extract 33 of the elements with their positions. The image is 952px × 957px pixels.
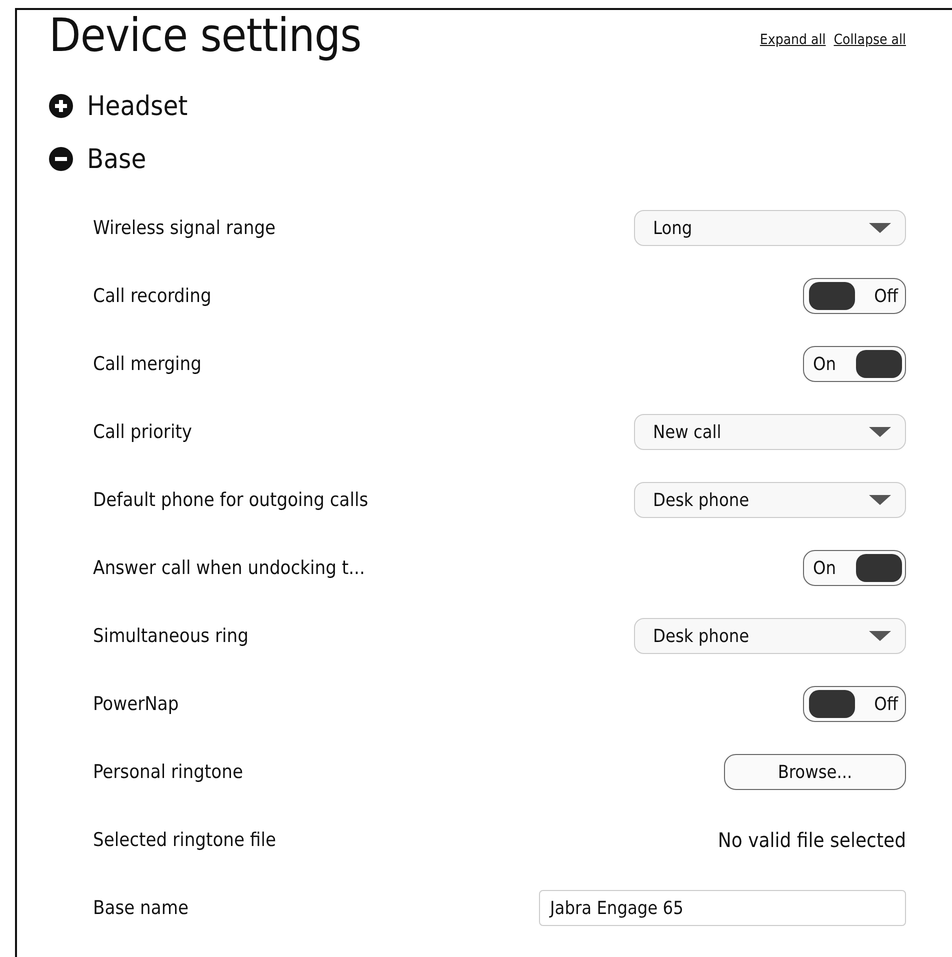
dropdown[interactable]: Desk phone — [634, 618, 906, 654]
toggle-switch[interactable]: Off — [803, 686, 906, 722]
minus-circle-icon[interactable] — [49, 147, 73, 171]
caret-icon — [869, 427, 891, 437]
page-title: Device settings — [49, 10, 362, 60]
link[interactable]: Expand all — [760, 32, 826, 48]
setting-label: Default phone for outgoing calls — [93, 489, 368, 511]
caret-icon — [869, 495, 891, 505]
setting-label: Call merging — [93, 353, 202, 375]
dropdown[interactable]: New call — [634, 414, 906, 450]
dropdown[interactable]: Long — [634, 210, 906, 246]
setting-label: Simultaneous ring — [93, 625, 248, 647]
browse-button[interactable]: Browse... — [724, 754, 906, 790]
section-title[interactable]: Headset — [87, 90, 188, 122]
toggle-switch[interactable]: On — [803, 346, 906, 382]
setting-label: Wireless signal range — [93, 217, 276, 239]
setting-label: Selected ringtone file — [93, 829, 276, 851]
toggle-switch[interactable]: Off — [803, 278, 906, 314]
section-title[interactable]: Base — [87, 144, 146, 174]
setting-label: Base name — [93, 897, 189, 919]
link[interactable]: Collapse all — [834, 32, 906, 48]
value-text: No valid file selected — [718, 828, 906, 852]
caret-icon — [869, 631, 891, 641]
setting-label: Personal ringtone — [93, 761, 243, 783]
setting-label: PowerNap — [93, 693, 179, 715]
caret-icon — [869, 223, 891, 233]
dropdown[interactable]: Desk phone — [634, 482, 906, 518]
setting-label: Call recording — [93, 285, 212, 307]
setting-label: Call priority — [93, 421, 192, 443]
toggle-switch[interactable]: On — [803, 550, 906, 586]
input-field[interactable]: Jabra Engage 65 — [539, 890, 906, 926]
setting-label: Answer call when undocking t... — [93, 557, 365, 579]
plus-circle-icon[interactable] — [49, 94, 73, 118]
